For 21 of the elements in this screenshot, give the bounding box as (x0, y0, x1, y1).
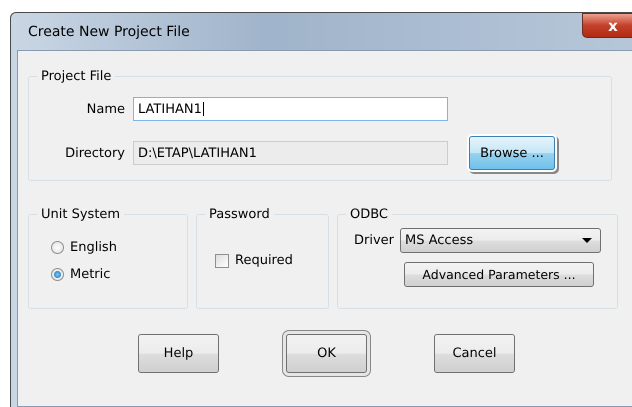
name-field[interactable]: LATIHAN1 (133, 97, 448, 121)
directory-field[interactable]: D:\ETAP\LATIHAN1 (133, 141, 448, 165)
field-label: Driver (354, 233, 394, 248)
checkbox-label: Required (235, 253, 293, 268)
group-title: Unit System (40, 207, 122, 222)
field-label: Directory (64, 146, 126, 160)
dialog-button[interactable]: Help (138, 334, 219, 373)
advanced-parameters-button[interactable]: Advanced Parameters ... (404, 262, 594, 287)
group-title: Project File (40, 69, 112, 84)
radio-button[interactable] (51, 241, 64, 254)
dialog-button[interactable]: Cancel (434, 334, 515, 373)
window-title: Create New Project File (28, 24, 190, 40)
checkbox[interactable] (215, 254, 229, 268)
group-title: Password (208, 207, 271, 222)
radio-label: Metric (70, 267, 110, 282)
radio-label: English (70, 240, 117, 255)
radio-button[interactable] (51, 268, 64, 281)
driver-dropdown[interactable]: MS Access (400, 228, 602, 253)
field-label: Name (86, 102, 126, 116)
group-title: ODBC (349, 207, 390, 222)
close-button[interactable]: x (582, 13, 632, 38)
